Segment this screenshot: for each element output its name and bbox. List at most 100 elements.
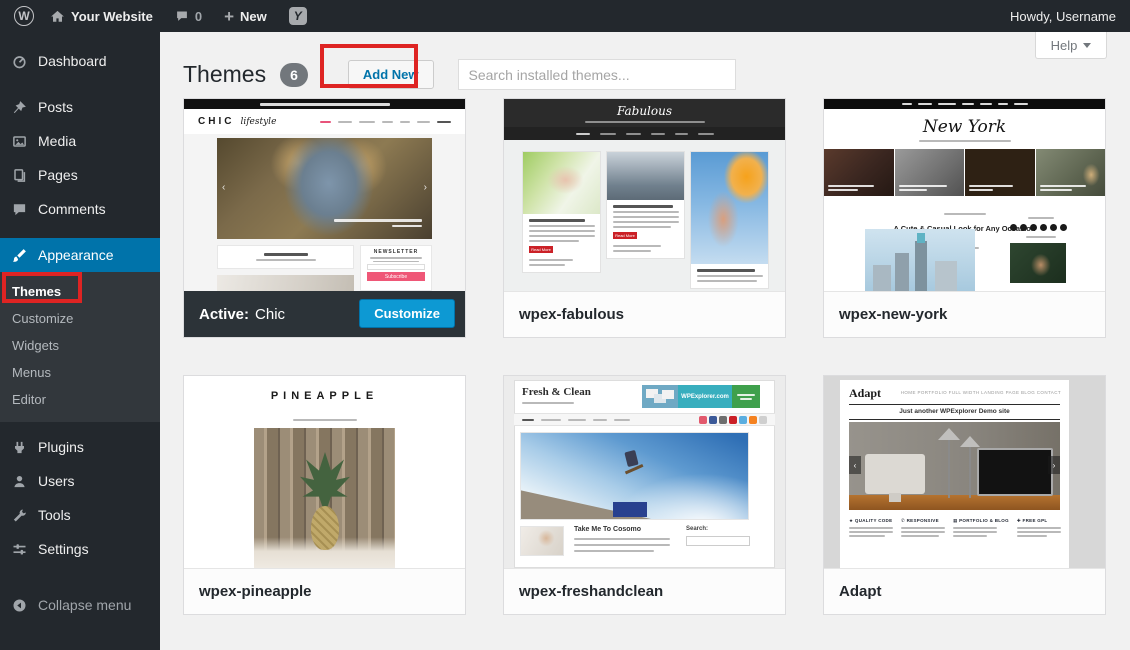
lamp-shade-shape [938, 428, 960, 440]
text-placeholder [370, 257, 422, 259]
customize-button[interactable]: Customize [359, 299, 455, 328]
chic-post-photo [217, 275, 354, 291]
theme-card-wpex-pineapple[interactable]: PINEAPPLE wpex-pineapple [183, 375, 466, 615]
theme-name-label: Adapt [824, 568, 1105, 614]
fresh-post-title: Take Me To Cosomo [574, 526, 641, 533]
howdy-account-link[interactable]: Howdy, Username [1010, 9, 1116, 24]
sidebar-item-dashboard[interactable]: Dashboard [0, 44, 160, 78]
sidebar-item-media[interactable]: Media [0, 124, 160, 158]
text-placeholder [828, 189, 858, 191]
fresh-nav [514, 413, 775, 426]
next-arrow-icon: › [424, 182, 427, 193]
plus-icon [224, 8, 234, 25]
sidebar-item-posts[interactable]: Posts [0, 90, 160, 124]
menu-separator [0, 226, 160, 238]
theme-name-label: wpex-freshandclean [504, 568, 785, 614]
theme-card-wpex-freshandclean[interactable]: Fresh & Clean WPExplorer.com [503, 375, 786, 615]
text-placeholder [574, 538, 670, 540]
text-placeholder [613, 226, 671, 228]
feature-column: ✚ FREE GPL [1017, 518, 1061, 537]
text-placeholder [1026, 236, 1056, 238]
help-tab[interactable]: Help [1035, 32, 1107, 59]
submenu-item-widgets[interactable]: Widgets [0, 332, 160, 359]
newsletter-input [367, 264, 425, 270]
comments-link[interactable]: 0 [175, 9, 202, 24]
sidebar-label: Comments [38, 201, 106, 217]
pages-icon [9, 168, 29, 183]
sidebar-item-comments[interactable]: Comments [0, 192, 160, 226]
fabulous-nav [504, 127, 785, 140]
sidebar-item-pages[interactable]: Pages [0, 158, 160, 192]
sidebar-item-settings[interactable]: Settings [0, 532, 160, 566]
submenu-item-menus[interactable]: Menus [0, 359, 160, 386]
desk-shape [849, 495, 1060, 510]
text-placeholder [260, 103, 390, 106]
theme-name-label: wpex-new-york [824, 291, 1105, 337]
pineapple-leaves-shape [300, 452, 350, 514]
theme-count-badge: 6 [280, 63, 308, 87]
wrench-icon [9, 508, 29, 523]
subscribe-button: Subscribe [367, 272, 425, 281]
site-name-link[interactable]: Your Website [50, 9, 153, 24]
text-placeholder [613, 221, 679, 223]
social-dots-icons [1010, 224, 1072, 231]
theme-card-wpex-fabulous[interactable]: Fabulous [503, 98, 786, 338]
page-title: Themes [183, 61, 266, 88]
active-label: Active: [199, 306, 249, 323]
white-monitor-shape [865, 454, 925, 494]
search-input[interactable] [458, 59, 736, 90]
text-placeholder [969, 189, 993, 191]
theme-screenshot: Fabulous [504, 99, 785, 291]
comments-count: 0 [195, 9, 202, 24]
text-placeholder [574, 544, 670, 546]
sidebar-item-users[interactable]: Users [0, 464, 160, 498]
sidebar-item-tools[interactable]: Tools [0, 498, 160, 532]
text-placeholder [613, 245, 661, 247]
text-placeholder [899, 185, 947, 187]
featured-photo [824, 149, 894, 196]
feature-heading: ▦ PORTFOLIO & BLOG [953, 518, 1009, 524]
submenu-item-customize[interactable]: Customize [0, 305, 160, 332]
yoast-seo-menu[interactable]: Y [289, 7, 307, 25]
sidebar-label: Pages [38, 167, 78, 183]
fresh-search-label: Search: [686, 526, 708, 532]
text-placeholder [437, 121, 451, 123]
text-placeholder [697, 269, 755, 272]
new-content-link[interactable]: New [224, 8, 267, 25]
social-square-icons [699, 416, 767, 424]
chevron-down-icon [1083, 43, 1091, 48]
text-placeholder [675, 133, 688, 135]
submenu-item-editor[interactable]: Editor [0, 386, 160, 413]
text-placeholder [918, 103, 932, 105]
theme-card-wpex-new-york[interactable]: New York [823, 98, 1106, 338]
chic-nav [320, 121, 451, 123]
sidebar-label: Posts [38, 99, 73, 115]
text-placeholder [338, 121, 352, 123]
adapt-features: ★ QUALITY CODE ✆ RESPONSIVE [849, 518, 1060, 537]
chic-logo-script: lifestyle [240, 117, 276, 127]
building-shape [935, 261, 957, 291]
text-placeholder [529, 259, 573, 261]
theme-card-adapt[interactable]: Adapt HOME PORTFOLIO FULL WIDTH LANDING … [823, 375, 1106, 615]
chic-logo: CHIC [198, 116, 234, 127]
wordpress-logo-icon: W [14, 6, 34, 26]
sidebar-item-plugins[interactable]: Plugins [0, 430, 160, 464]
ny-featured-photos [824, 149, 1105, 196]
theme-name-label: wpex-fabulous [504, 291, 785, 337]
pineapple-logo: PINEAPPLE [184, 390, 465, 402]
theme-screenshot: New York [824, 99, 1105, 291]
text-placeholder [614, 419, 630, 421]
text-placeholder [849, 535, 885, 537]
sidebar-item-appearance[interactable]: Appearance [0, 238, 160, 272]
chic-widget-box [217, 245, 354, 269]
help-label: Help [1051, 38, 1078, 53]
collapse-menu-button[interactable]: Collapse menu [0, 588, 160, 622]
lamp-shade-shape [960, 436, 980, 447]
sidebar-label: Users [38, 473, 75, 489]
text-placeholder [522, 402, 574, 404]
text-placeholder [293, 419, 357, 421]
wordpress-logo-menu[interactable]: W [14, 6, 34, 26]
theme-card-chic[interactable]: CHIC lifestyle ‹ › [183, 98, 466, 338]
text-placeholder [953, 531, 997, 533]
hero-caption [334, 219, 422, 227]
